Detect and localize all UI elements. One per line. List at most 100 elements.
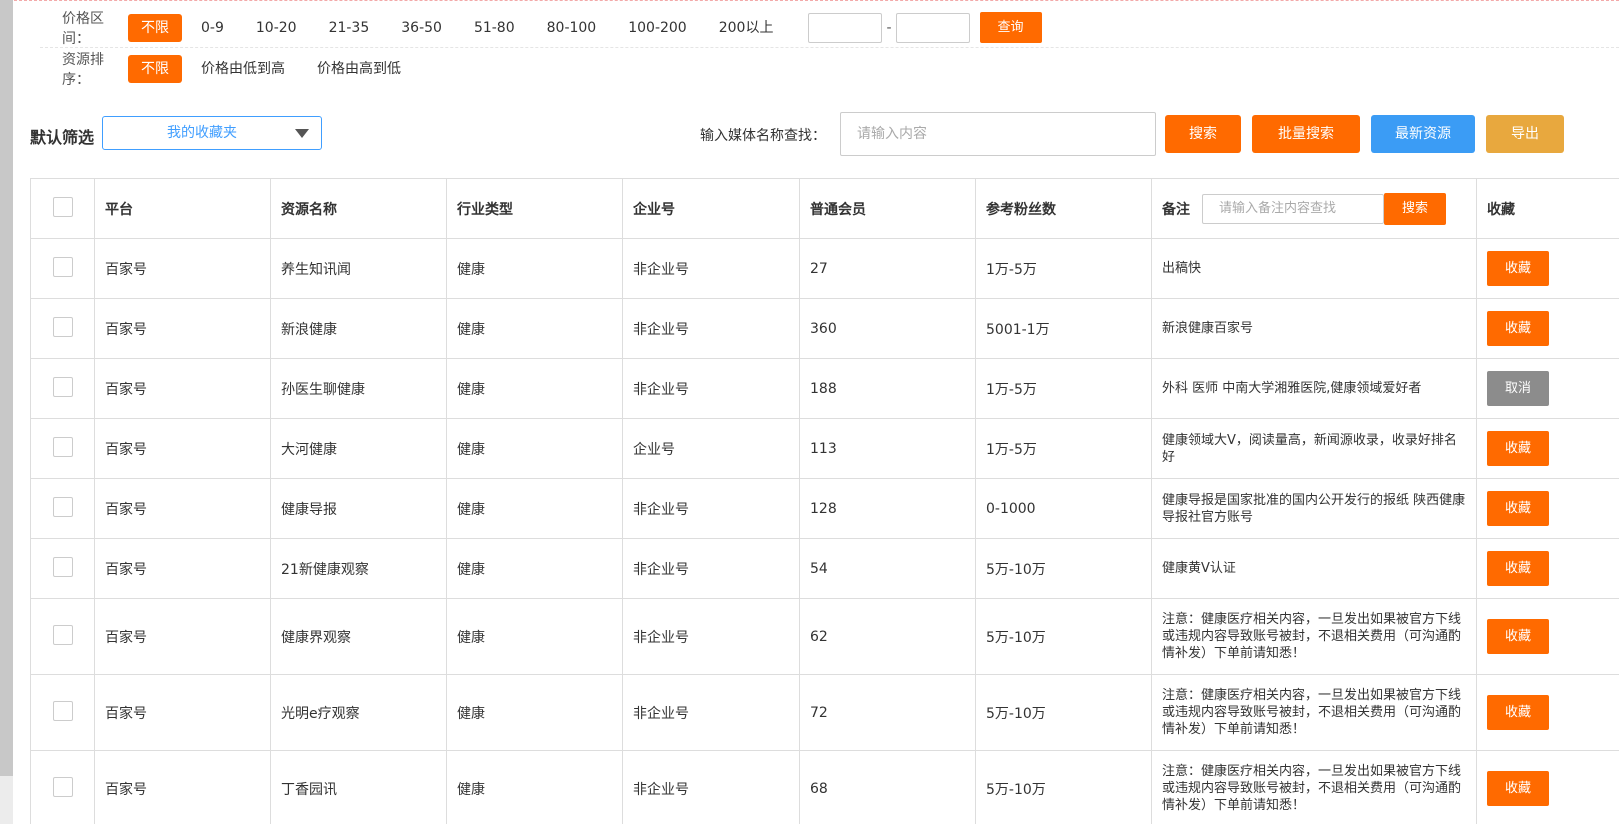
default-filter-label: 默认筛选	[30, 128, 95, 147]
row-checkbox[interactable]	[53, 436, 73, 457]
name-cell: 大河健康	[270, 418, 447, 479]
search-label: 输入媒体名称查找：	[700, 128, 826, 144]
price-cell: 27	[799, 238, 976, 299]
price-cell: 128	[799, 478, 976, 539]
note-cell: 出稿快	[1151, 238, 1477, 299]
favorite-button[interactable]: 收藏	[1487, 431, 1549, 466]
note-search-button[interactable]: 搜索	[1384, 192, 1446, 225]
price-option[interactable]: 51-80	[461, 14, 528, 42]
row-checkbox[interactable]	[53, 496, 73, 517]
note-cell: 外科 医师 中南大学湘雅医院,健康领域爱好者	[1151, 358, 1477, 419]
note-cell: 健康导报是国家批准的国内公开发行的报纸 陕西健康导报社官方账号	[1151, 478, 1477, 539]
row-checkbox[interactable]	[53, 256, 73, 277]
price-option[interactable]: 100-200	[615, 14, 700, 42]
platform-cell: 百家号	[94, 418, 271, 479]
price-option[interactable]: 21-35	[316, 14, 383, 42]
platform-cell: 百家号	[94, 750, 271, 824]
industry-cell: 健康	[446, 538, 623, 599]
row-select-cell	[30, 478, 95, 539]
table-row: 百家号 健康界观察 健康 非企业号 62 5万-10万 注意：健康医疗相关内容，一旦发出如果…	[30, 598, 1619, 675]
row-checkbox[interactable]	[53, 776, 73, 797]
price-cell: 62	[799, 598, 976, 675]
col-platform: 平台	[94, 178, 271, 239]
enterprise-cell: 非企业号	[622, 598, 800, 675]
row-select-cell	[30, 538, 95, 599]
sort-option[interactable]: 价格由高到低	[304, 55, 414, 83]
row-select-cell	[30, 418, 95, 479]
row-select-cell	[30, 298, 95, 359]
sort-option[interactable]: 价格由低到高	[188, 55, 298, 83]
unfavorite-button[interactable]: 取消	[1487, 371, 1549, 406]
note-cell: 注意：健康医疗相关内容，一旦发出如果被官方下线或违规内容导致账号被封，不退相关费…	[1151, 750, 1477, 824]
platform-cell: 百家号	[94, 298, 271, 359]
favorites-select[interactable]: 我的收藏夹	[102, 116, 322, 150]
favorite-button[interactable]: 收藏	[1487, 311, 1549, 346]
price-option[interactable]: 36-50	[388, 14, 455, 42]
fans-cell: 5万-10万	[975, 598, 1152, 675]
price-option[interactable]: 不限	[128, 13, 182, 42]
price-filter-label: 价格区间：	[62, 10, 104, 47]
table-row: 百家号 大河健康 健康 企业号 113 1万-5万 健康领域大V，阅读量高，新闻源收录，收录…	[30, 418, 1619, 479]
note-cell: 新浪健康百家号	[1151, 298, 1477, 359]
fans-cell: 5万-10万	[975, 538, 1152, 599]
col-price: 普通会员	[799, 178, 976, 239]
note-search-input[interactable]: 请输入备注内容查找	[1202, 193, 1384, 224]
industry-cell: 健康	[446, 238, 623, 299]
export-button[interactable]: 导出	[1486, 115, 1564, 153]
row-checkbox[interactable]	[53, 700, 73, 721]
batch-search-button[interactable]: 批量搜索	[1252, 115, 1360, 153]
industry-cell: 健康	[446, 478, 623, 539]
industry-cell: 健康	[446, 298, 623, 359]
note-cell: 注意：健康医疗相关内容，一旦发出如果被官方下线或违规内容导致账号被封，不退相关费…	[1151, 674, 1477, 751]
row-checkbox[interactable]	[53, 316, 73, 337]
sort-options: 不限 价格由低到高 价格由高到低	[128, 55, 420, 83]
price-option[interactable]: 200以上	[706, 14, 787, 42]
name-cell: 光明e疗观察	[270, 674, 447, 751]
favorite-button[interactable]: 收藏	[1487, 619, 1549, 654]
price-cell: 54	[799, 538, 976, 599]
fans-cell: 1万-5万	[975, 418, 1152, 479]
price-option[interactable]: 10-20	[243, 14, 310, 42]
name-cell: 健康界观察	[270, 598, 447, 675]
new-resources-button[interactable]: 最新资源	[1371, 115, 1475, 153]
favorite-button[interactable]: 收藏	[1487, 771, 1549, 806]
table-header: 平台 资源名称 行业类型 企业号 普通会员 参考粉丝数 备注 请输入备注内容查找…	[30, 178, 1619, 239]
enterprise-cell: 非企业号	[622, 674, 800, 751]
fav-cell: 收藏	[1476, 598, 1619, 675]
fans-cell: 1万-5万	[975, 358, 1152, 419]
price-min-input[interactable]	[808, 12, 883, 43]
caret-down-icon	[295, 129, 309, 138]
row-checkbox[interactable]	[53, 556, 73, 577]
note-header-label: 备注	[1162, 201, 1190, 218]
favorite-button[interactable]: 收藏	[1487, 551, 1549, 586]
enterprise-cell: 非企业号	[622, 538, 800, 599]
row-checkbox[interactable]	[53, 624, 73, 645]
price-option[interactable]: 80-100	[534, 14, 610, 42]
select-all-checkbox[interactable]	[53, 196, 73, 217]
scrollbar-thumb[interactable]	[0, 0, 13, 776]
favorite-button[interactable]: 收藏	[1487, 695, 1549, 730]
platform-cell: 百家号	[94, 598, 271, 675]
platform-cell: 百家号	[94, 358, 271, 419]
col-industry: 行业类型	[446, 178, 623, 239]
row-select-cell	[30, 674, 95, 751]
favorite-button[interactable]: 收藏	[1487, 491, 1549, 526]
sort-option[interactable]: 不限	[128, 55, 182, 83]
favorite-button[interactable]: 收藏	[1487, 251, 1549, 286]
search-button[interactable]: 搜索	[1165, 115, 1241, 153]
resource-table: 平台 资源名称 行业类型 企业号 普通会员 参考粉丝数 备注 请输入备注内容查找…	[30, 178, 1619, 824]
table-row: 百家号 健康导报 健康 非企业号 128 0-1000 健康导报是国家批准的国内公开发行的报…	[30, 478, 1619, 539]
search-input[interactable]: 请输入内容	[840, 112, 1156, 156]
fans-cell: 5万-10万	[975, 674, 1152, 751]
industry-cell: 健康	[446, 358, 623, 419]
fav-cell: 收藏	[1476, 750, 1619, 824]
name-cell: 新浪健康	[270, 298, 447, 359]
price-options: 不限 0-9 10-20 21-35 36-50 51-80 80-100 100-200 20…	[128, 13, 792, 42]
note-header: 备注 请输入备注内容查找 搜索	[1162, 192, 1466, 225]
note-cell: 健康黄V认证	[1151, 538, 1477, 599]
price-max-input[interactable]	[895, 12, 970, 43]
row-checkbox[interactable]	[53, 376, 73, 397]
price-option[interactable]: 0-9	[188, 14, 237, 42]
note-cell: 健康领域大V，阅读量高，新闻源收录，收录好排名好	[1151, 418, 1477, 479]
query-button[interactable]: 查询	[979, 12, 1042, 43]
